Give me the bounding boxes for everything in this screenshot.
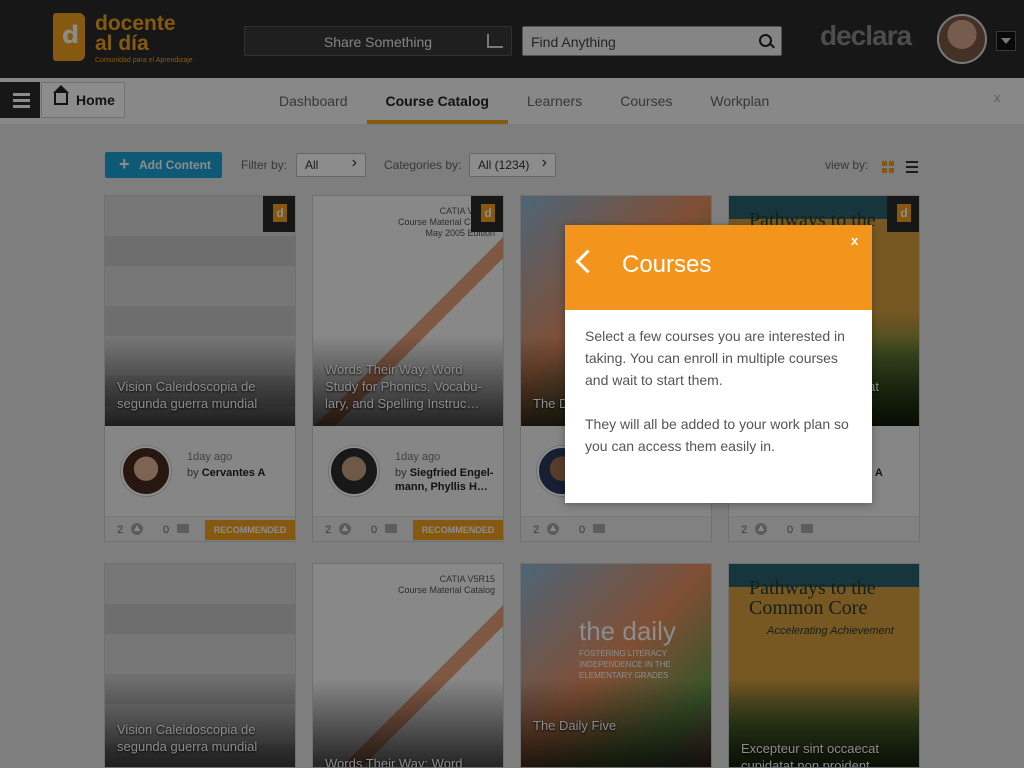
modal-title: Courses [622,251,712,278]
courses-modal: Courses x Select a few courses you are i… [565,225,872,503]
close-icon[interactable]: x [851,233,858,248]
modal-header: Courses x [565,225,872,310]
modal-paragraph: They will all be added to your work plan… [585,416,849,454]
modal-body: Select a few courses you are interested … [585,325,855,479]
modal-paragraph: Select a few courses you are interested … [585,328,845,388]
back-icon[interactable] [575,249,600,274]
